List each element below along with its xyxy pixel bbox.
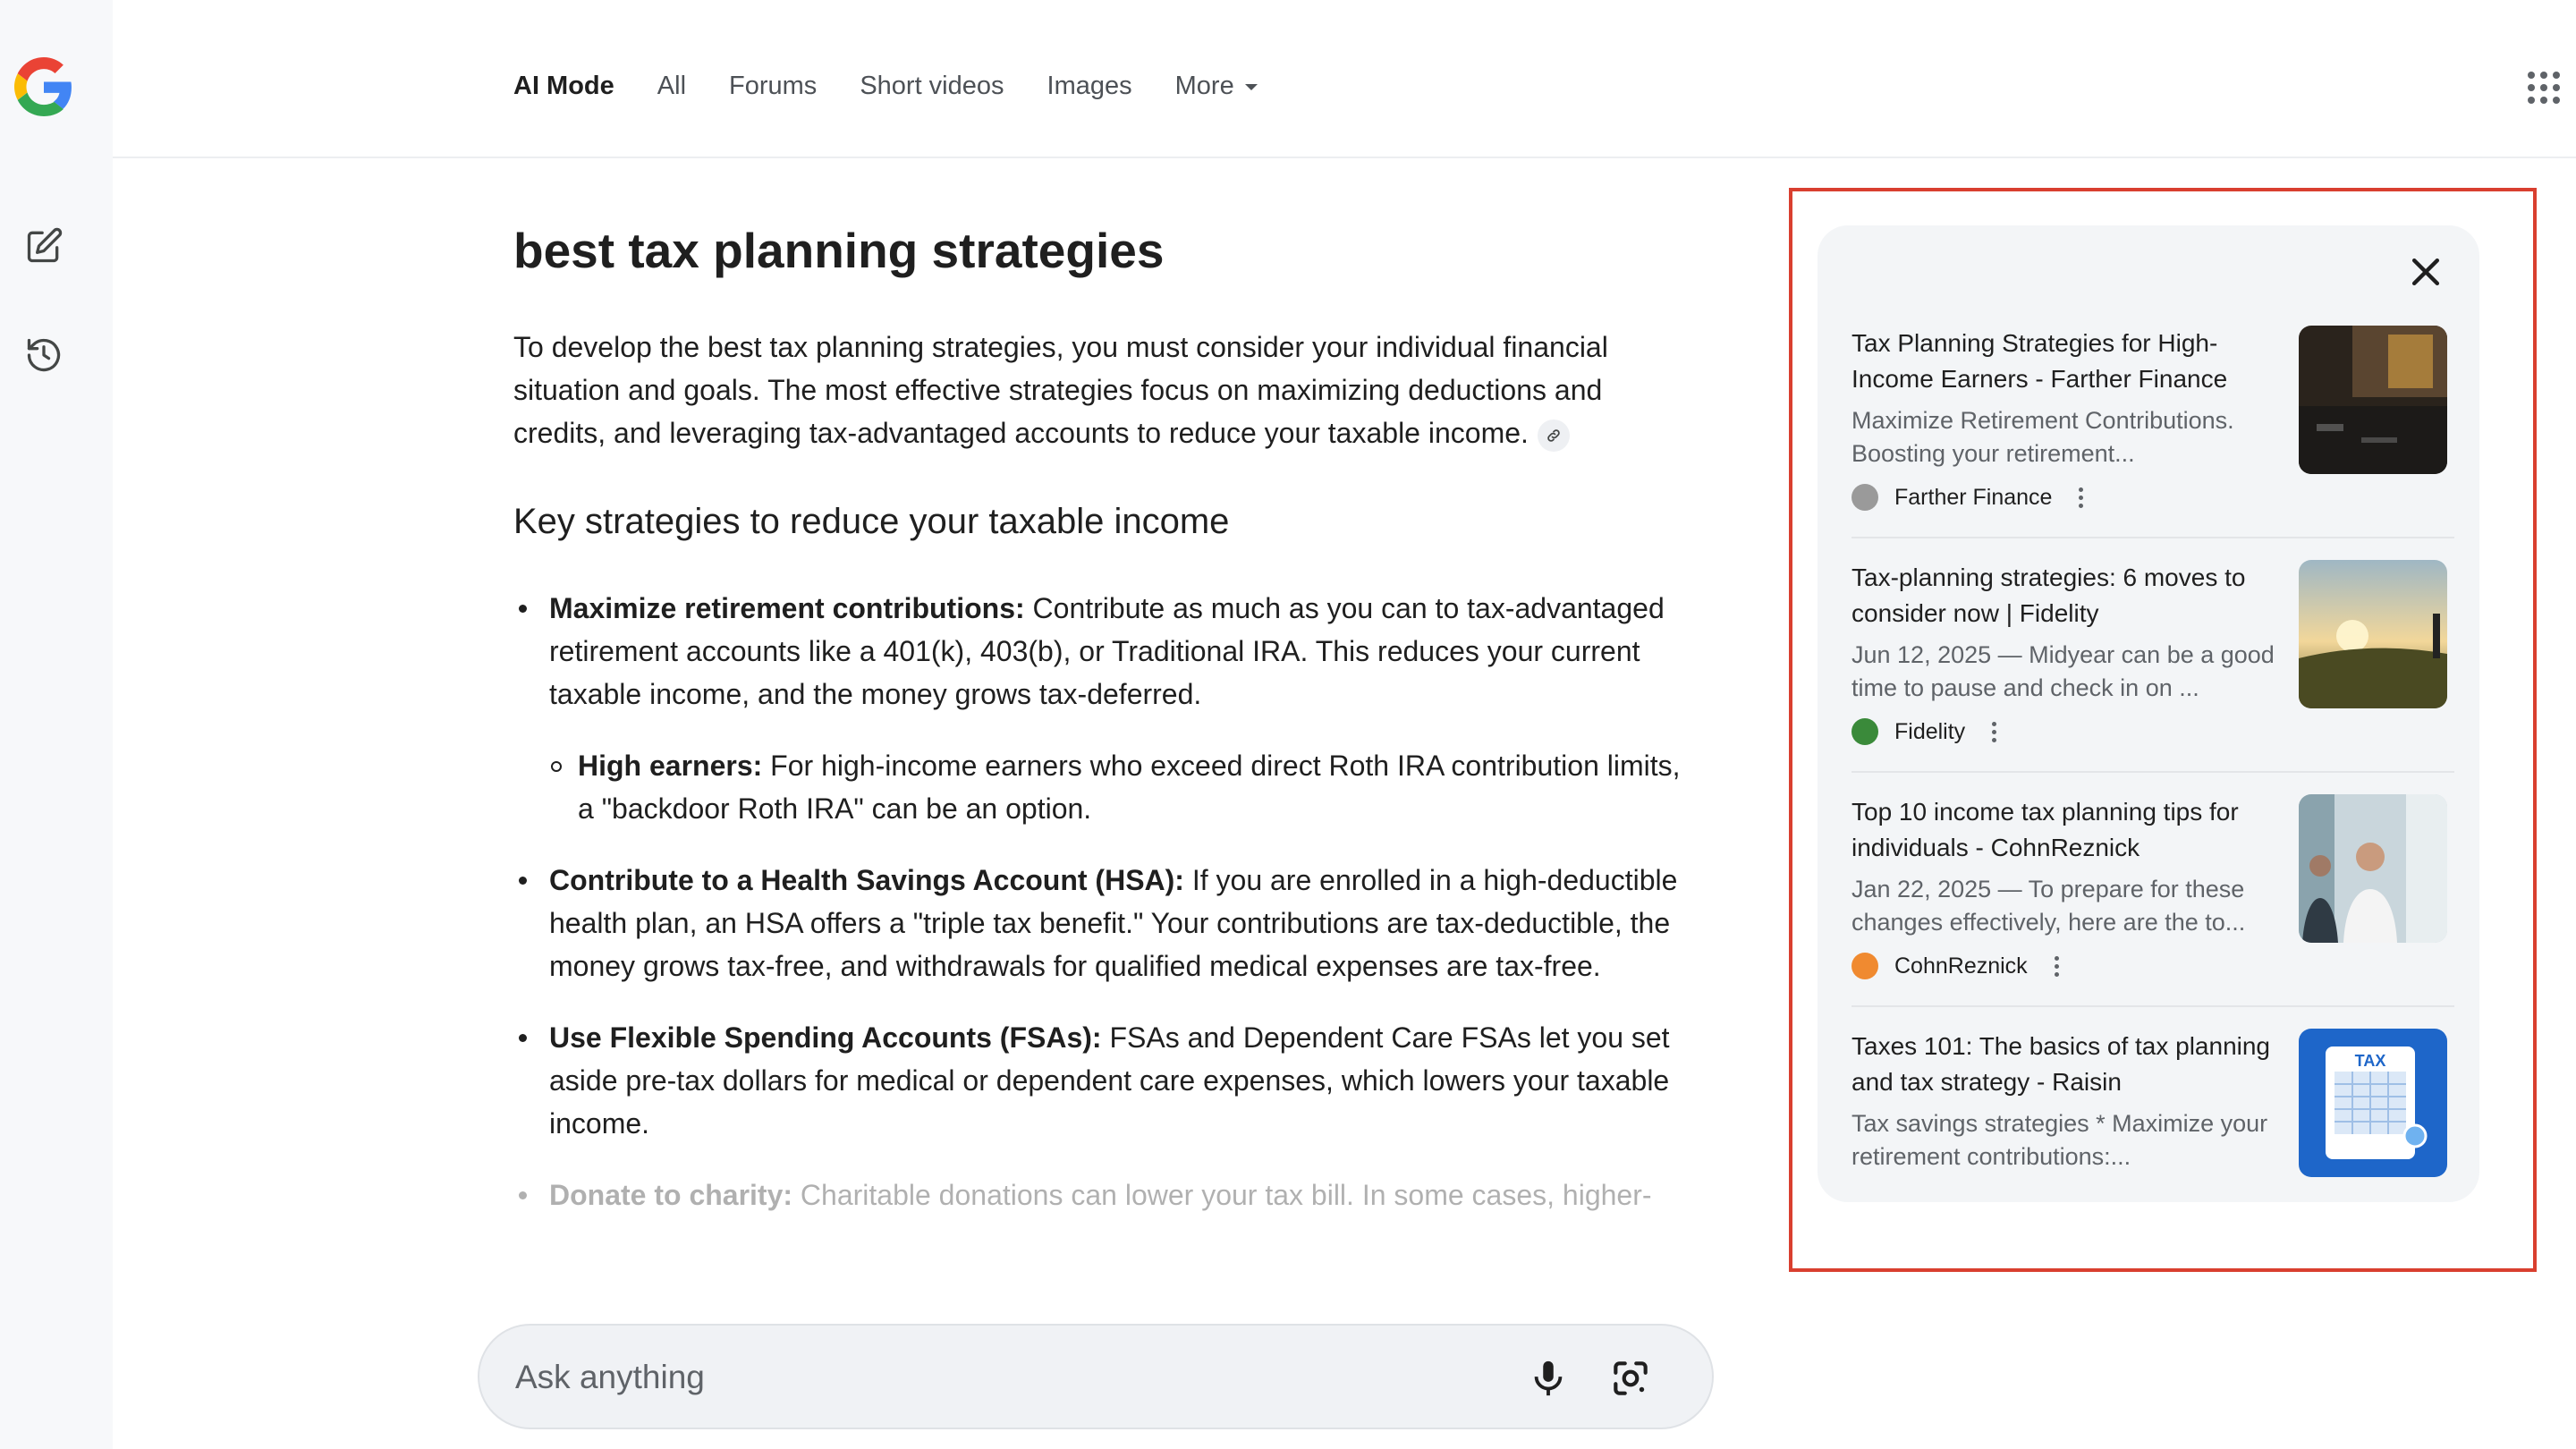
ask-bar <box>478 1324 1714 1429</box>
source-name: Farther Finance <box>1894 484 2053 510</box>
strategy-list: Maximize retirement contributions: Contr… <box>513 587 1694 1216</box>
close-icon[interactable] <box>2406 252 2445 292</box>
tax-thumb-label: TAX <box>2355 1052 2386 1070</box>
sub-list: High earners: For high-income earners wh… <box>549 744 1694 830</box>
link-icon[interactable] <box>1537 419 1570 452</box>
google-logo[interactable] <box>14 57 73 116</box>
google-lens-icon[interactable] <box>1608 1356 1653 1401</box>
source-title[interactable]: Taxes 101: The basics of tax planning an… <box>1852 1029 2290 1100</box>
bullet-title: Donate to charity: <box>549 1179 793 1211</box>
left-rail <box>0 0 113 1449</box>
source-description: Maximize Retirement Contributions. Boost… <box>1852 407 2234 467</box>
source-thumbnail <box>2299 794 2447 943</box>
history-icon[interactable] <box>21 333 66 377</box>
farther-finance-favicon <box>1852 484 1878 511</box>
source-card[interactable]: Top 10 income tax planning tips for indi… <box>1852 794 2454 991</box>
apps-grid-icon[interactable] <box>2528 72 2560 104</box>
source-card[interactable]: Tax Planning Strategies for High-Income … <box>1852 326 2454 522</box>
answer-intro: To develop the best tax planning strateg… <box>513 326 1694 454</box>
answer-content: best tax planning strategies To develop … <box>513 215 1694 1245</box>
tab-all[interactable]: All <box>657 68 686 104</box>
source-name: CohnReznick <box>1894 953 2028 979</box>
tab-forums[interactable]: Forums <box>729 68 817 104</box>
bullet-title: Use Flexible Spending Accounts (FSAs): <box>549 1021 1102 1054</box>
source-description: Jan 22, 2025 — To prepare for these chan… <box>1852 876 2246 936</box>
query-title: best tax planning strategies <box>513 223 1165 278</box>
source-title[interactable]: Tax Planning Strategies for High-Income … <box>1852 326 2290 397</box>
list-item: Contribute to a Health Savings Account (… <box>513 859 1694 987</box>
fidelity-favicon <box>1852 718 1878 745</box>
source-thumbnail <box>2299 560 2447 708</box>
bullet-title: High earners: <box>578 750 763 782</box>
source-description: Tax savings strategies * Maximize your r… <box>1852 1110 2268 1170</box>
tab-more-label: More <box>1174 72 1234 100</box>
tab-images[interactable]: Images <box>1047 68 1132 104</box>
source-name: Fidelity <box>1894 718 1966 744</box>
caret-down-icon <box>1244 83 1258 90</box>
source-description: Jun 12, 2025 — Midyear can be a good tim… <box>1852 641 2275 701</box>
scroll-fade <box>465 1243 1717 1324</box>
section-heading: Key strategies to reduce your taxable in… <box>513 502 1230 541</box>
source-title[interactable]: Tax-planning strategies: 6 moves to cons… <box>1852 560 2290 631</box>
list-item: Use Flexible Spending Accounts (FSAs): F… <box>513 1016 1694 1145</box>
divider <box>1852 537 2454 538</box>
answer-intro-text: To develop the best tax planning strateg… <box>513 331 1608 449</box>
top-bar: AI Mode All Forums Short videos Images M… <box>113 0 2576 158</box>
more-options-icon[interactable] <box>2049 954 2064 979</box>
tab-more[interactable]: More <box>1175 68 1258 104</box>
microphone-icon[interactable] <box>1528 1356 1569 1401</box>
bullet-title: Maximize retirement contributions: <box>549 592 1025 624</box>
sub-list-item: High earners: For high-income earners wh… <box>549 744 1694 830</box>
more-options-icon[interactable] <box>1987 720 2002 744</box>
cohnreznick-favicon <box>1852 953 1878 979</box>
tab-ai-mode[interactable]: AI Mode <box>513 68 614 104</box>
source-card[interactable]: Tax-planning strategies: 6 moves to cons… <box>1852 560 2454 757</box>
list-item: Donate to charity: Charitable donations … <box>513 1174 1694 1216</box>
new-chat-icon[interactable] <box>21 224 66 268</box>
source-title[interactable]: Top 10 income tax planning tips for indi… <box>1852 794 2290 866</box>
divider <box>1852 1005 2454 1007</box>
source-site: CohnReznick <box>1852 950 2064 982</box>
source-thumbnail <box>2299 326 2447 474</box>
bullet-text: Charitable donations can lower your tax … <box>792 1179 1652 1211</box>
list-item: Maximize retirement contributions: Contr… <box>513 587 1694 830</box>
search-tabs: AI Mode All Forums Short videos Images M… <box>513 68 1301 104</box>
tab-short-videos[interactable]: Short videos <box>860 68 1004 104</box>
ask-input[interactable] <box>513 1347 1501 1408</box>
source-thumbnail: TAX <box>2299 1029 2447 1177</box>
source-card[interactable]: Taxes 101: The basics of tax planning an… <box>1852 1029 2454 1181</box>
more-options-icon[interactable] <box>2073 486 2089 510</box>
divider <box>1852 771 2454 773</box>
bullet-title: Contribute to a Health Savings Account (… <box>549 864 1184 896</box>
source-site: Farther Finance <box>1852 481 2089 513</box>
source-site: Fidelity <box>1852 716 2002 748</box>
